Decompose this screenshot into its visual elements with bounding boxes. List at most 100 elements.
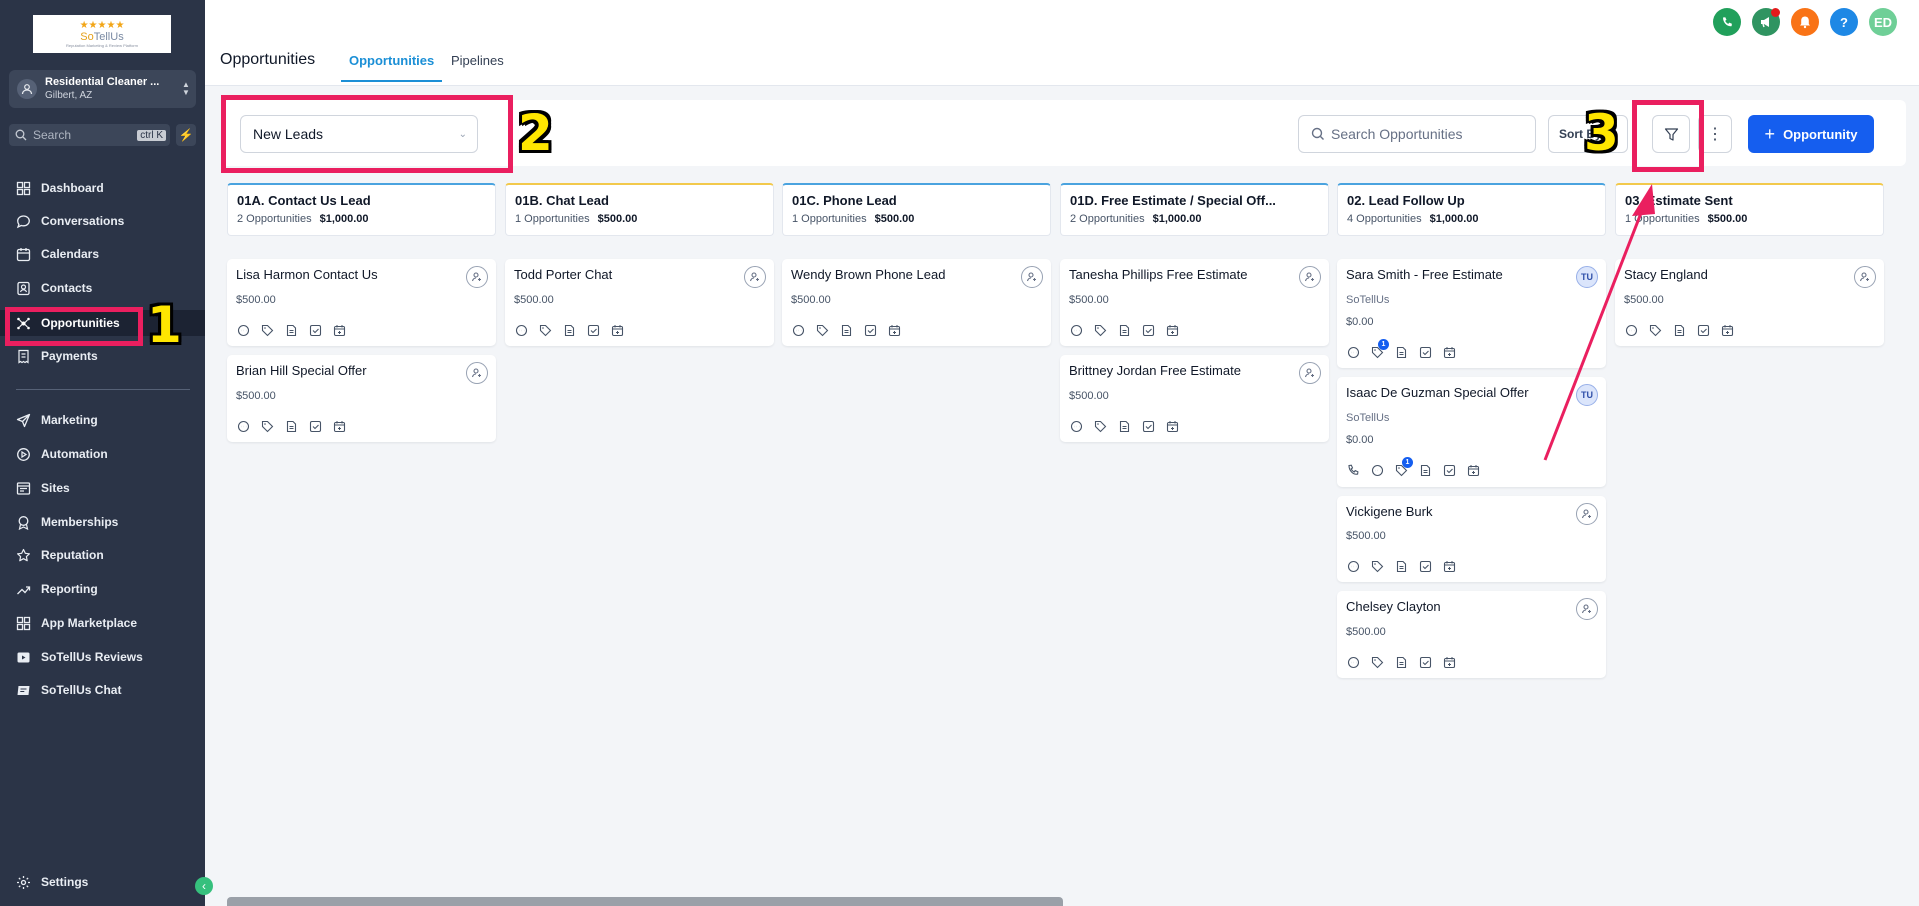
tag-icon[interactable] <box>1370 559 1384 573</box>
message-icon[interactable] <box>1346 655 1360 669</box>
opportunity-card[interactable]: Todd Porter Chat $500.00 <box>505 259 774 346</box>
message-icon[interactable] <box>1069 323 1083 337</box>
note-icon[interactable] <box>1418 463 1432 477</box>
account-switcher[interactable]: Residential Cleaner ... Gilbert, AZ ▲ ▼ <box>9 70 196 108</box>
task-icon[interactable] <box>1418 655 1432 669</box>
tag-icon[interactable] <box>815 323 829 337</box>
tab-pipelines[interactable]: Pipelines <box>451 53 504 68</box>
calendar-icon[interactable] <box>332 323 346 337</box>
help-icon[interactable]: ? <box>1830 8 1858 36</box>
calendar-icon[interactable] <box>332 419 346 433</box>
add-opportunity-button[interactable]: + Opportunity <box>1748 115 1874 153</box>
message-icon[interactable] <box>1069 419 1083 433</box>
tag-icon[interactable] <box>538 323 552 337</box>
collapse-sidebar-button[interactable]: ‹ <box>195 877 213 895</box>
opportunity-card[interactable]: Brittney Jordan Free Estimate $500.00 <box>1060 355 1329 442</box>
opportunity-card[interactable]: Vickigene Burk $500.00 <box>1337 496 1606 582</box>
message-icon[interactable] <box>1624 323 1638 337</box>
sidebar-item-automation[interactable]: Automation <box>0 441 205 467</box>
sidebar-item-marketing[interactable]: Marketing <box>0 407 205 433</box>
opportunity-card[interactable]: Stacy England $500.00 <box>1615 259 1884 346</box>
note-icon[interactable] <box>1117 323 1131 337</box>
company-logo[interactable]: ★★★★★ SoTellUs Reputation Marketing & Re… <box>33 15 171 53</box>
phone-icon[interactable] <box>1346 463 1360 477</box>
task-icon[interactable] <box>1141 419 1155 433</box>
user-avatar[interactable]: ED <box>1869 8 1897 36</box>
tag-icon[interactable] <box>1093 323 1107 337</box>
task-icon[interactable] <box>1141 323 1155 337</box>
task-icon[interactable] <box>308 419 322 433</box>
sidebar-item-sotellus-reviews[interactable]: SoTellUs Reviews <box>0 644 205 670</box>
tag-icon[interactable] <box>260 323 274 337</box>
note-icon[interactable] <box>1117 419 1131 433</box>
sidebar-search-input[interactable]: Search ctrl K <box>9 124 170 146</box>
calendar-icon[interactable] <box>1720 323 1734 337</box>
tag-icon[interactable] <box>1093 419 1107 433</box>
opportunity-card[interactable]: Lisa Harmon Contact Us $500.00 <box>227 259 496 346</box>
quick-actions-bolt-icon[interactable]: ⚡ <box>176 124 196 146</box>
assign-user-icon[interactable] <box>1021 266 1043 288</box>
calendar-icon[interactable] <box>1442 345 1456 359</box>
tag-icon[interactable] <box>260 419 274 433</box>
assign-user-icon[interactable] <box>1576 503 1598 525</box>
message-icon[interactable] <box>236 323 250 337</box>
calendar-icon[interactable] <box>1165 419 1179 433</box>
assign-user-icon[interactable] <box>466 362 488 384</box>
assign-user-icon[interactable] <box>1854 266 1876 288</box>
sidebar-item-calendars[interactable]: Calendars <box>0 241 205 267</box>
calendar-icon[interactable] <box>887 323 901 337</box>
task-icon[interactable] <box>1418 345 1432 359</box>
message-icon[interactable] <box>791 323 805 337</box>
message-icon[interactable] <box>514 323 528 337</box>
tag-icon[interactable]: 1 <box>1370 339 1389 359</box>
message-icon[interactable] <box>236 419 250 433</box>
note-icon[interactable] <box>1394 559 1408 573</box>
sidebar-item-memberships[interactable]: Memberships <box>0 509 205 535</box>
message-icon[interactable] <box>1346 559 1360 573</box>
announcement-icon[interactable] <box>1752 8 1780 36</box>
opportunity-card[interactable]: Isaac De Guzman Special Offer TU SoTellU… <box>1337 377 1606 487</box>
calendar-icon[interactable] <box>1165 323 1179 337</box>
opportunity-card[interactable]: Chelsey Clayton $500.00 <box>1337 591 1606 678</box>
horizontal-scrollbar[interactable] <box>227 897 1063 906</box>
tag-icon[interactable] <box>1370 655 1384 669</box>
sidebar-item-reputation[interactable]: Reputation <box>0 542 205 568</box>
opportunity-card[interactable]: Brian Hill Special Offer $500.00 <box>227 355 496 442</box>
task-icon[interactable] <box>586 323 600 337</box>
note-icon[interactable] <box>562 323 576 337</box>
note-icon[interactable] <box>1394 345 1408 359</box>
note-icon[interactable] <box>1394 655 1408 669</box>
sidebar-item-settings[interactable]: Settings <box>0 869 205 895</box>
opportunity-search-input[interactable]: Search Opportunities <box>1298 115 1536 153</box>
owner-avatar[interactable]: TU <box>1576 384 1598 406</box>
assign-user-icon[interactable] <box>466 266 488 288</box>
assign-user-icon[interactable] <box>1576 598 1598 620</box>
sidebar-item-app-marketplace[interactable]: App Marketplace <box>0 610 205 636</box>
note-icon[interactable] <box>839 323 853 337</box>
note-icon[interactable] <box>284 323 298 337</box>
note-icon[interactable] <box>284 419 298 433</box>
phone-icon[interactable] <box>1713 8 1741 36</box>
sidebar-item-sotellus-chat[interactable]: SoTellUs Chat <box>0 677 205 703</box>
task-icon[interactable] <box>1418 559 1432 573</box>
sidebar-item-reporting[interactable]: Reporting <box>0 576 205 602</box>
opportunity-card[interactable]: Tanesha Phillips Free Estimate $500.00 <box>1060 259 1329 346</box>
task-icon[interactable] <box>308 323 322 337</box>
tag-icon[interactable] <box>1648 323 1662 337</box>
calendar-icon[interactable] <box>610 323 624 337</box>
calendar-icon[interactable] <box>1442 655 1456 669</box>
message-icon[interactable] <box>1370 463 1384 477</box>
calendar-icon[interactable] <box>1442 559 1456 573</box>
calendar-icon[interactable] <box>1466 463 1480 477</box>
note-icon[interactable] <box>1672 323 1686 337</box>
sidebar-item-conversations[interactable]: Conversations <box>0 208 205 234</box>
sidebar-item-sites[interactable]: Sites <box>0 475 205 501</box>
assign-user-icon[interactable] <box>1299 362 1321 384</box>
tab-opportunities[interactable]: Opportunities <box>349 53 434 68</box>
assign-user-icon[interactable] <box>1299 266 1321 288</box>
bell-icon[interactable] <box>1791 8 1819 36</box>
tag-icon[interactable]: 1 <box>1394 457 1413 477</box>
sidebar-item-dashboard[interactable]: Dashboard <box>0 175 205 201</box>
assign-user-icon[interactable] <box>744 266 766 288</box>
task-icon[interactable] <box>863 323 877 337</box>
